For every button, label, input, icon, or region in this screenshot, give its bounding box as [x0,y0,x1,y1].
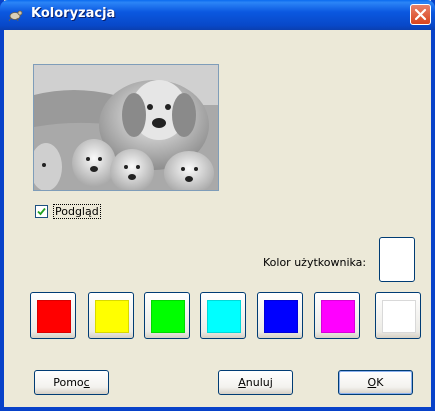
dogs-photo [34,65,218,190]
close-icon [414,8,427,21]
color-swatch-fill [95,300,129,333]
ok-button[interactable]: OK [338,370,413,395]
color-swatch-fill [151,300,185,333]
color-swatch-magenta[interactable] [314,292,360,339]
help-button[interactable]: Pomoc [34,370,109,395]
cancel-button-label: Anuluj [238,376,273,389]
color-swatch-blue[interactable] [257,292,303,339]
preview-checkbox[interactable] [35,205,48,218]
color-swatch-cyan[interactable] [200,292,246,339]
colorize-dialog: Koloryzacja Podgląd Kolor użytkownika: P… [0,0,435,411]
close-button[interactable] [410,4,431,25]
color-swatch-fill [321,300,355,333]
color-swatch-fill [264,300,298,333]
user-color-label: Kolor użytkownika: [263,256,367,269]
help-button-label: Pomoc [53,376,90,389]
ok-button-label: OK [367,376,384,389]
title-bar[interactable]: Koloryzacja [0,0,435,30]
color-swatch-fill [382,300,416,333]
preview-image [33,64,219,191]
color-swatch-fill [37,300,71,333]
app-icon [8,10,23,22]
color-swatch-white[interactable] [375,292,421,339]
user-color-button[interactable] [379,237,415,282]
cancel-button[interactable]: Anuluj [218,370,293,395]
checkmark-icon [37,207,46,216]
color-swatch-green[interactable] [144,292,190,339]
color-swatch-fill [207,300,241,333]
window-title: Koloryzacja [31,6,116,21]
preview-checkbox-label[interactable]: Podgląd [53,204,101,219]
color-swatch-yellow[interactable] [88,292,134,339]
color-swatch-red[interactable] [30,292,76,339]
